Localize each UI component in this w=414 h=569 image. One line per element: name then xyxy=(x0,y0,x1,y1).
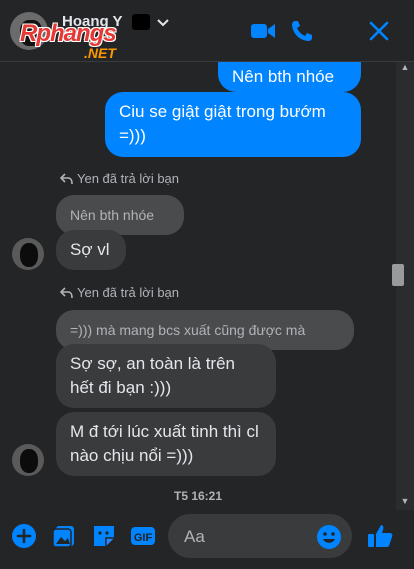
message-text: Sợ vl xyxy=(70,240,110,259)
message-text: Sợ sợ, an toàn là trên hết đi bạn :))) xyxy=(70,354,235,397)
scrollbar-track[interactable] xyxy=(396,62,414,510)
message-bubble-outgoing[interactable]: Nên bth nhóe xyxy=(218,62,361,92)
logo-text: Rphangs xyxy=(20,20,117,47)
gif-icon[interactable]: GIF xyxy=(129,522,157,550)
message-bubble-outgoing[interactable]: Ciu se giật giật trong bướm =))) xyxy=(105,92,361,157)
sticker-icon[interactable] xyxy=(90,522,118,550)
like-icon[interactable] xyxy=(366,522,394,550)
logo-subtext: .NET xyxy=(84,45,116,61)
svg-text:GIF: GIF xyxy=(134,532,153,544)
chat-header: Hoang Y Rphangs .NET xyxy=(0,0,414,62)
message-composer[interactable] xyxy=(168,514,352,560)
reply-icon xyxy=(59,287,73,299)
reply-meta-text: Yen đã trả lời bạn xyxy=(77,171,180,186)
message-input[interactable] xyxy=(182,514,316,560)
sender-avatar[interactable] xyxy=(12,238,44,270)
emoji-icon[interactable] xyxy=(316,524,342,550)
quoted-text: =))) mà mang bcs xuất cũng được mà xyxy=(70,322,306,338)
chevron-down-icon[interactable] xyxy=(156,16,170,30)
message-text: Ciu se giật giật trong bướm =))) xyxy=(119,102,326,145)
composer-bar: GIF xyxy=(0,510,414,569)
reply-indicator: Yen đã trả lời bạn xyxy=(59,171,180,186)
message-bubble-incoming[interactable]: Sợ vl xyxy=(56,230,126,270)
scroll-up-arrow[interactable]: ▲ xyxy=(397,62,413,76)
message-list: Nên bth nhóe Ciu se giật giật trong bướm… xyxy=(0,62,396,510)
watermark-logo: Rphangs .NET xyxy=(20,20,150,64)
message-text: M đ tới lúc xuất tinh thì cl nào chịu nổ… xyxy=(70,422,259,465)
quoted-message[interactable]: Nên bth nhóe xyxy=(56,195,184,235)
message-timestamp: T5 16:21 xyxy=(173,489,223,503)
sender-avatar[interactable] xyxy=(12,444,44,476)
reply-indicator: Yen đã trả lời bạn xyxy=(59,285,180,300)
plus-icon[interactable] xyxy=(10,522,38,550)
message-bubble-incoming[interactable]: Sợ sợ, an toàn là trên hết đi bạn :))) xyxy=(56,344,276,408)
reply-icon xyxy=(59,173,73,185)
scrollbar-thumb[interactable] xyxy=(392,264,404,286)
scroll-down-arrow[interactable]: ▼ xyxy=(397,496,413,510)
video-call-icon[interactable] xyxy=(250,18,276,44)
close-icon[interactable] xyxy=(366,18,392,44)
message-bubble-incoming[interactable]: M đ tới lúc xuất tinh thì cl nào chịu nổ… xyxy=(56,412,276,476)
message-text: Nên bth nhóe xyxy=(232,67,335,86)
phone-icon[interactable] xyxy=(289,18,315,44)
image-icon[interactable] xyxy=(50,522,78,550)
reply-meta-text: Yen đã trả lời bạn xyxy=(77,285,180,300)
quoted-text: Nên bth nhóe xyxy=(70,207,155,223)
